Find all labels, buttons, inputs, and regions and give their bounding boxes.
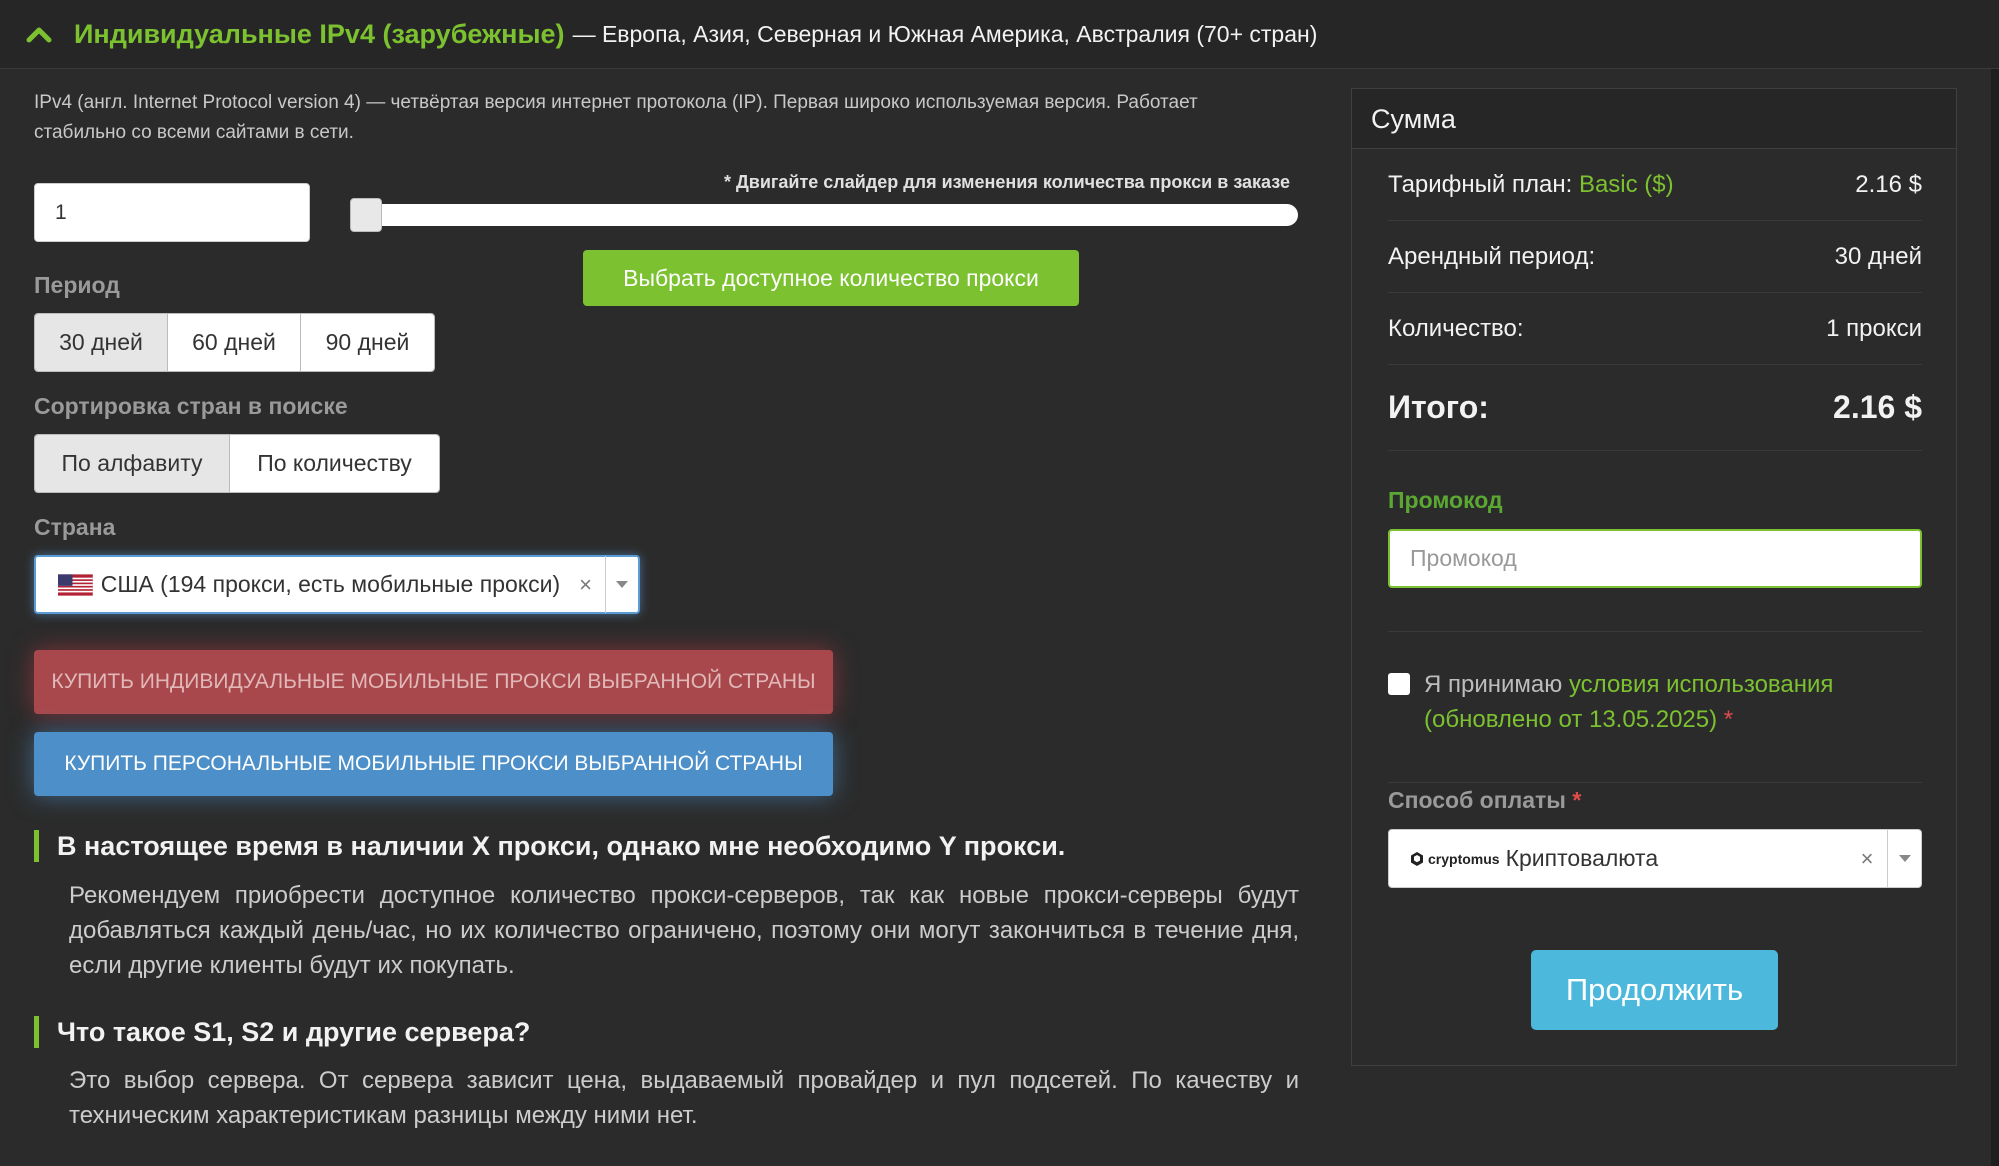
plan-label: Тарифный план: xyxy=(1388,170,1573,198)
sorting-label: Сортировка стран в поиске xyxy=(34,393,348,419)
select-available-quantity-button[interactable]: Выбрать доступное количество прокси xyxy=(583,250,1079,306)
period-selector: 30 дней 60 дней 90 дней xyxy=(34,313,435,372)
period-90-days[interactable]: 90 дней xyxy=(301,314,434,371)
continue-button[interactable]: Продолжить xyxy=(1531,950,1778,1030)
summary-title: Сумма xyxy=(1352,89,1956,149)
divider xyxy=(1388,631,1922,632)
quantity-summary-value: 1 прокси xyxy=(1826,314,1922,342)
period-label: Период xyxy=(34,272,120,298)
plan-name: Basic ($) xyxy=(1578,170,1674,198)
scrollbar-area xyxy=(1991,0,1999,1166)
quantity-input[interactable]: 1 xyxy=(34,183,310,242)
sort-alphabetical[interactable]: По алфавиту xyxy=(35,435,230,492)
slider-hint: * Двигайте слайдер для изменения количес… xyxy=(723,172,1290,192)
section-subtitle: — Европа, Азия, Северная и Южная Америка… xyxy=(572,20,1318,47)
country-select[interactable]: США (194 прокси, есть мобильные прокси) … xyxy=(34,555,640,614)
chevron-up-icon[interactable] xyxy=(24,19,54,49)
country-select-value: США (194 прокси, есть мобильные прокси) xyxy=(100,571,561,597)
faq-question: Что такое S1, S2 и другие сервера? xyxy=(34,1016,530,1048)
order-summary-panel: Сумма Тарифный план: Basic ($) 2.16 $ Ар… xyxy=(1351,88,1957,1066)
faq-question: В настоящее время в наличии X прокси, од… xyxy=(34,830,1065,862)
terms-text: Я принимаю условия использования (обновл… xyxy=(1424,667,1922,737)
quantity-summary-label: Количество: xyxy=(1388,314,1524,342)
clear-icon[interactable]: × xyxy=(1855,846,1879,872)
us-flag-icon xyxy=(58,573,93,596)
summary-plan-row: Тарифный план: Basic ($) 2.16 $ xyxy=(1388,149,1922,221)
faq-answer: Рекомендуем приобрести доступное количес… xyxy=(69,882,1299,979)
summary-total-row: Итого: 2.16 $ xyxy=(1388,365,1922,451)
summary-quantity-row: Количество: 1 прокси xyxy=(1388,293,1922,365)
quantity-slider-handle[interactable] xyxy=(350,198,382,232)
total-label: Итого: xyxy=(1388,389,1489,425)
summary-period-row: Арендный период: 30 дней xyxy=(1388,221,1922,293)
quantity-slider-track[interactable] xyxy=(350,204,1298,226)
dropdown-arrow-icon[interactable] xyxy=(1888,854,1921,863)
payment-method-select[interactable]: cryptomus Криптовалюта × xyxy=(1388,829,1922,888)
country-label: Страна xyxy=(34,514,116,540)
terms-row: Я принимаю условия использования (обновл… xyxy=(1388,667,1922,737)
required-mark: * xyxy=(1723,706,1734,733)
cryptomus-logo-text: cryptomus xyxy=(1428,850,1500,867)
sorting-selector: По алфавиту По количеству xyxy=(34,434,440,493)
product-description: IPv4 (англ. Internet Protocol version 4)… xyxy=(34,92,1198,143)
cryptomus-icon xyxy=(1411,851,1423,866)
divider xyxy=(1388,782,1922,783)
promo-code-input[interactable] xyxy=(1388,529,1922,588)
cryptomus-logo: cryptomus xyxy=(1409,851,1500,867)
payment-method-value: Криптовалюта xyxy=(1505,845,1659,871)
period-60-days[interactable]: 60 дней xyxy=(168,314,301,371)
buy-individual-mobile-button[interactable]: КУПИТЬ ИНДИВИДУАЛЬНЫЕ МОБИЛЬНЫЕ ПРОКСИ В… xyxy=(34,650,833,714)
terms-prefix: Я принимаю xyxy=(1424,671,1563,698)
period-30-days[interactable]: 30 дней xyxy=(35,314,168,371)
buy-personal-mobile-button[interactable]: КУПИТЬ ПЕРСОНАЛЬНЫЕ МОБИЛЬНЫЕ ПРОКСИ ВЫБ… xyxy=(34,732,833,796)
terms-checkbox[interactable] xyxy=(1388,673,1410,695)
payment-label-text: Способ оплаты xyxy=(1388,787,1566,813)
section-header[interactable]: Индивидуальные IPv4 (зарубежные) — Европ… xyxy=(0,0,1999,69)
section-title: Индивидуальные IPv4 (зарубежные) xyxy=(74,18,565,49)
clear-icon[interactable]: × xyxy=(574,572,597,598)
sort-by-quantity[interactable]: По количеству xyxy=(230,435,439,492)
total-value: 2.16 $ xyxy=(1833,389,1922,425)
faq-answer: Это выбор сервера. От сервера зависит це… xyxy=(69,1067,1299,1129)
period-summary-value: 30 дней xyxy=(1834,242,1922,270)
payment-method-label: Способ оплаты * xyxy=(1388,787,1581,814)
promo-label: Промокод xyxy=(1388,487,1503,513)
plan-price: 2.16 $ xyxy=(1855,170,1922,198)
required-mark: * xyxy=(1572,787,1582,813)
period-summary-label: Арендный период: xyxy=(1388,242,1596,270)
dropdown-arrow-icon[interactable] xyxy=(606,580,638,589)
